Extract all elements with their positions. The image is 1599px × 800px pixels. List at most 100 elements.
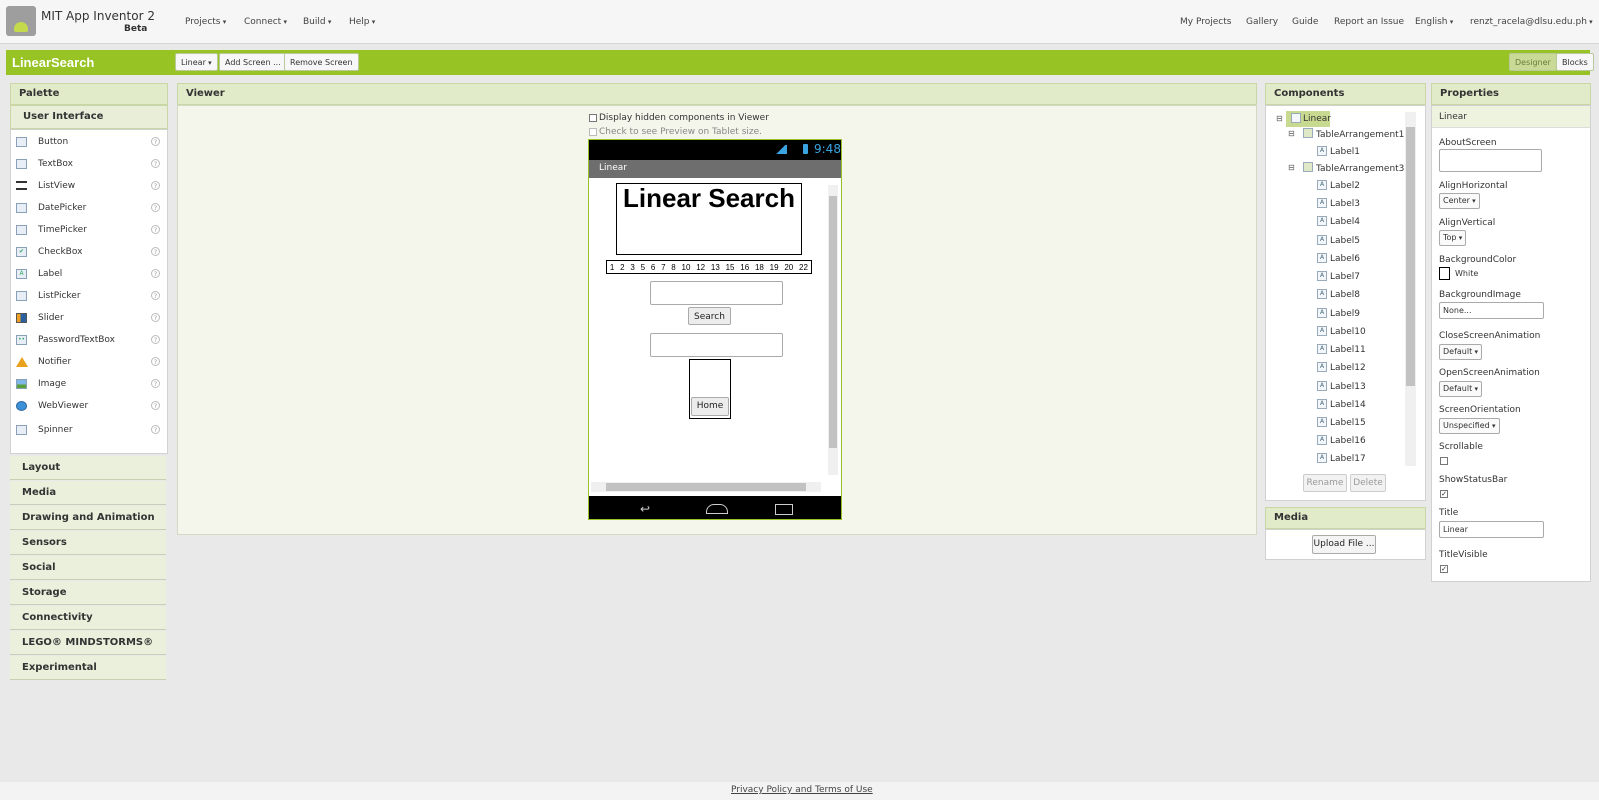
hidden-components-checkbox[interactable] — [589, 114, 597, 122]
title-visible-checkbox[interactable]: ✓ — [1440, 565, 1448, 573]
palette-item-notifier[interactable]: Notifier? — [10, 352, 166, 373]
align-vertical-dropdown[interactable]: Top — [1439, 230, 1467, 246]
background-color-value[interactable]: White — [1455, 269, 1478, 278]
rename-button[interactable]: Rename — [1303, 474, 1347, 492]
show-status-bar-checkbox[interactable]: ✓ — [1440, 490, 1448, 498]
palette-category-social[interactable]: Social — [10, 556, 166, 580]
tree-item-label[interactable]: Label5 — [1330, 236, 1360, 246]
help-icon[interactable]: ? — [151, 357, 160, 366]
menu-connect[interactable]: Connect — [244, 17, 287, 27]
tree-item-linear[interactable]: Linear — [1303, 114, 1331, 124]
tree-item-label[interactable]: Label16 — [1330, 436, 1366, 446]
tree-item-label[interactable]: Label15 — [1330, 418, 1366, 428]
tree-item-label[interactable]: Label9 — [1330, 309, 1360, 319]
background-image-input[interactable]: None... — [1439, 302, 1544, 319]
open-animation-dropdown[interactable]: Default — [1439, 381, 1482, 397]
help-icon[interactable]: ? — [151, 425, 160, 434]
menu-help[interactable]: Help — [349, 17, 375, 27]
help-icon[interactable]: ? — [151, 159, 160, 168]
help-icon[interactable]: ? — [151, 247, 160, 256]
palette-item-datepicker[interactable]: DatePicker? — [10, 198, 166, 219]
help-icon[interactable]: ? — [151, 137, 160, 146]
tree-item-label[interactable]: Label2 — [1330, 181, 1360, 191]
app-inventor-logo-icon[interactable] — [6, 6, 36, 36]
palette-item-checkbox[interactable]: ✔ CheckBox? — [10, 242, 166, 263]
palette-item-timepicker[interactable]: TimePicker? — [10, 220, 166, 241]
orientation-dropdown[interactable]: Unspecified — [1439, 418, 1500, 434]
tree-item-label[interactable]: Label4 — [1330, 217, 1360, 227]
help-icon[interactable]: ? — [151, 181, 160, 190]
search-button[interactable]: Search — [688, 307, 731, 325]
tree-item-label[interactable]: Label7 — [1330, 272, 1360, 282]
tree-item-label[interactable]: Label6 — [1330, 254, 1360, 264]
palette-item-image[interactable]: Image? — [10, 374, 166, 395]
link-my-projects[interactable]: My Projects — [1180, 17, 1231, 27]
palette-item-webviewer[interactable]: WebViewer? — [10, 396, 166, 417]
delete-button[interactable]: Delete — [1350, 474, 1386, 492]
tree-item-label[interactable]: Label17 — [1330, 454, 1366, 464]
h-scrollbar-thumb[interactable] — [606, 483, 806, 491]
numbers-table[interactable]: 1 2 3 5 6 7 8 10 12 13 15 16 18 19 20 22 — [606, 260, 812, 274]
tree-item-label[interactable]: Label8 — [1330, 290, 1360, 300]
language-select[interactable]: English — [1415, 17, 1453, 27]
tablet-preview-checkbox[interactable] — [589, 128, 597, 136]
tree-item-label1[interactable]: Label1 — [1330, 147, 1360, 157]
link-report-issue[interactable]: Report an Issue — [1334, 17, 1404, 27]
palette-item-spinner[interactable]: Spinner? — [10, 420, 166, 441]
menu-projects[interactable]: Projects — [185, 17, 226, 27]
blocks-button[interactable]: Blocks — [1556, 53, 1594, 71]
home-button[interactable]: Home — [691, 397, 729, 416]
remove-screen-button[interactable]: Remove Screen — [284, 53, 359, 71]
palette-item-listpicker[interactable]: ListPicker? — [10, 286, 166, 307]
palette-item-slider[interactable]: Slider? — [10, 308, 166, 329]
tree-item-label[interactable]: Label14 — [1330, 400, 1366, 410]
palette-item-listview[interactable]: ListView? — [10, 176, 166, 197]
screen-select[interactable]: Linear — [175, 53, 218, 71]
upload-file-button[interactable]: Upload File ... — [1312, 535, 1376, 554]
collapse-icon[interactable]: ⊟ — [1276, 114, 1283, 123]
palette-category-layout[interactable]: Layout — [10, 456, 166, 480]
palette-category-sensors[interactable]: Sensors — [10, 531, 166, 555]
search-textbox[interactable] — [650, 281, 783, 305]
palette-category-lego[interactable]: LEGO® MINDSTORMS® — [10, 631, 166, 655]
tree-item-tablearrangement1[interactable]: TableArrangement1 — [1316, 130, 1404, 140]
scrollable-checkbox[interactable] — [1440, 457, 1448, 465]
title-input[interactable]: Linear — [1439, 521, 1544, 538]
palette-section-user-interface[interactable]: User Interface — [10, 105, 168, 129]
tree-item-tablearrangement3[interactable]: TableArrangement3 — [1316, 164, 1404, 174]
palette-item-textbox[interactable]: TextBox? — [10, 154, 166, 175]
privacy-link[interactable]: Privacy Policy and Terms of Use — [731, 785, 873, 795]
palette-item-label[interactable]: A Label? — [10, 264, 166, 285]
user-menu[interactable]: renzt_racela@dlsu.edu.ph — [1470, 17, 1593, 27]
help-icon[interactable]: ? — [151, 291, 160, 300]
tree-item-label[interactable]: Label12 — [1330, 363, 1366, 373]
link-gallery[interactable]: Gallery — [1246, 17, 1278, 27]
close-animation-dropdown[interactable]: Default — [1439, 344, 1482, 360]
background-color-swatch[interactable] — [1439, 267, 1450, 280]
palette-category-experimental[interactable]: Experimental — [10, 656, 166, 680]
link-guide[interactable]: Guide — [1292, 17, 1318, 27]
help-icon[interactable]: ? — [151, 313, 160, 322]
help-icon[interactable]: ? — [151, 269, 160, 278]
palette-category-media[interactable]: Media — [10, 481, 166, 505]
palette-item-button[interactable]: Button? — [10, 132, 166, 153]
menu-build[interactable]: Build — [303, 17, 331, 27]
tree-item-label[interactable]: Label13 — [1330, 382, 1366, 392]
about-screen-textarea[interactable] — [1439, 149, 1542, 172]
palette-category-connectivity[interactable]: Connectivity — [10, 606, 166, 630]
tree-item-label[interactable]: Label11 — [1330, 345, 1366, 355]
palette-category-drawing[interactable]: Drawing and Animation — [10, 506, 166, 530]
tree-item-label[interactable]: Label3 — [1330, 199, 1360, 209]
help-icon[interactable]: ? — [151, 335, 160, 344]
help-icon[interactable]: ? — [151, 401, 160, 410]
help-icon[interactable]: ? — [151, 379, 160, 388]
scrollbar-thumb[interactable] — [829, 196, 837, 448]
help-icon[interactable]: ? — [151, 225, 160, 234]
result-textbox[interactable] — [650, 333, 783, 357]
collapse-icon[interactable]: ⊟ — [1288, 129, 1295, 138]
add-screen-button[interactable]: Add Screen ... — [219, 53, 287, 71]
help-icon[interactable]: ? — [151, 203, 160, 212]
palette-item-passwordtextbox[interactable]: •• PasswordTextBox? — [10, 330, 166, 351]
components-scrollbar-thumb[interactable] — [1406, 127, 1415, 386]
designer-button[interactable]: Designer — [1509, 53, 1557, 71]
